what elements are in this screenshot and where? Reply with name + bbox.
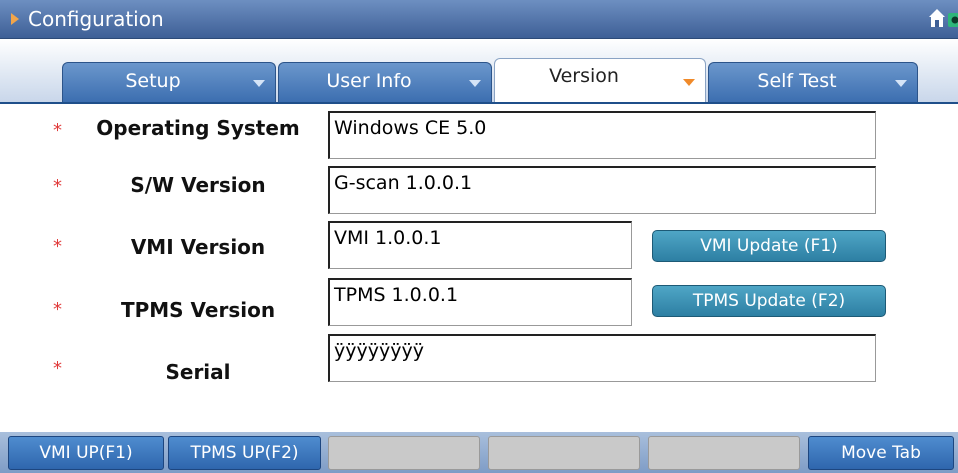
required-marker: * (53, 176, 62, 197)
vmi-version-field[interactable]: VMI 1.0.0.1 (328, 221, 632, 269)
window-title: Configuration (28, 7, 164, 31)
vmi-up-f1-button[interactable]: VMI UP(F1) (8, 436, 164, 470)
home-icon[interactable] (928, 8, 946, 28)
sw-version-field[interactable]: G-scan 1.0.0.1 (328, 166, 876, 214)
tab-strip: Setup User Info Version Self Test (0, 39, 958, 104)
tab-self-test[interactable]: Self Test (708, 62, 918, 102)
tab-user-info[interactable]: User Info (278, 62, 492, 102)
required-marker: * (53, 358, 62, 379)
expand-arrow-icon (11, 13, 19, 25)
tpms-version-label: TPMS Version (120, 298, 276, 322)
vmi-update-button[interactable]: VMI Update (F1) (652, 230, 886, 262)
required-marker: * (53, 299, 62, 320)
tpms-version-field[interactable]: TPMS 1.0.0.1 (328, 278, 632, 326)
f4-button (488, 436, 640, 470)
serial-field[interactable]: ÿÿÿÿÿÿÿÿ (328, 334, 876, 382)
tpms-update-button[interactable]: TPMS Update (F2) (652, 285, 886, 317)
chevron-down-icon[interactable] (253, 80, 265, 87)
required-marker: * (53, 120, 62, 141)
f5-button (648, 436, 800, 470)
chevron-down-icon[interactable] (469, 80, 481, 87)
chevron-down-icon[interactable] (683, 79, 695, 86)
chevron-down-icon[interactable] (895, 80, 907, 87)
sw-version-label: S/W Version (130, 173, 266, 197)
function-key-bar: VMI UP(F1) TPMS UP(F2) Move Tab (0, 432, 958, 473)
tab-setup[interactable]: Setup (62, 62, 276, 102)
move-tab-button[interactable]: Move Tab (808, 436, 954, 470)
serial-label: Serial (165, 360, 231, 384)
os-label: Operating System (96, 116, 300, 140)
camera-icon[interactable] (948, 10, 958, 28)
title-icons (924, 6, 958, 32)
vmi-version-label: VMI Version (130, 235, 266, 259)
tpms-up-f2-button[interactable]: TPMS UP(F2) (168, 436, 321, 470)
required-marker: * (53, 236, 62, 257)
os-field[interactable]: Windows CE 5.0 (328, 111, 876, 159)
f3-button (328, 436, 480, 470)
title-bar: Configuration (0, 0, 958, 39)
tab-version[interactable]: Version (494, 58, 706, 104)
